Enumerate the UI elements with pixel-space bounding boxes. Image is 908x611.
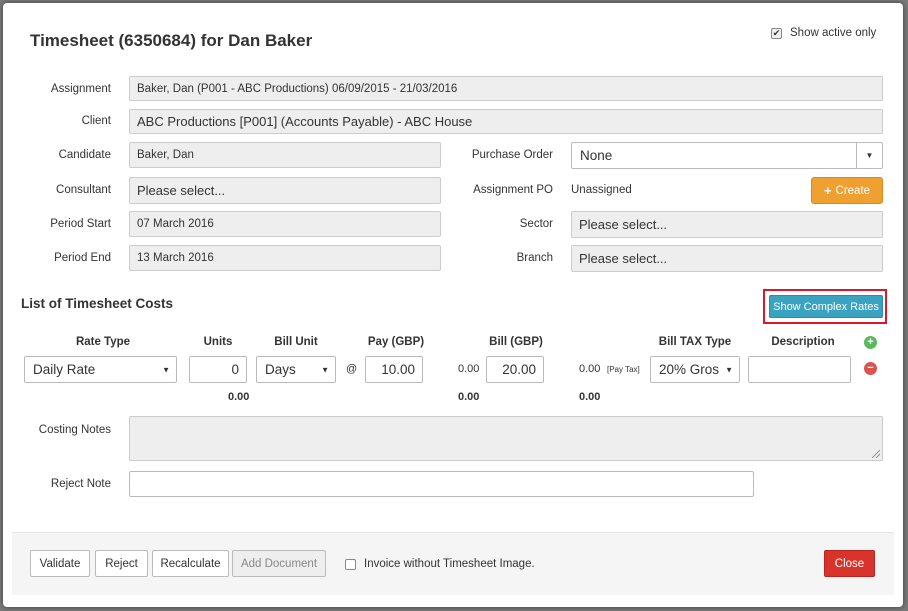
invoice-without-image-label: Invoice without Timesheet Image. [364, 558, 535, 570]
header-bill: Bill (GBP) [489, 336, 543, 348]
resize-handle-icon[interactable] [872, 450, 880, 458]
add-document-button[interactable]: Add Document [232, 550, 326, 577]
purchase-order-label: Purchase Order [471, 149, 553, 161]
client-label: Client [81, 115, 111, 127]
remove-row-icon[interactable]: − [864, 362, 877, 375]
invoice-without-image[interactable]: Invoice without Timesheet Image. [345, 558, 535, 570]
costing-notes-label: Costing Notes [38, 424, 111, 436]
pay-input[interactable]: 10.00 [365, 356, 423, 383]
header-rate-type: Rate Type [75, 336, 131, 348]
assignment-field: Baker, Dan (P001 - ABC Productions) 06/0… [129, 76, 883, 101]
units-input[interactable]: 0 [189, 356, 247, 383]
branch-select[interactable]: Please select... [571, 245, 883, 272]
at-symbol: @ [346, 363, 358, 375]
pay-tax-label: [Pay Tax] [607, 365, 640, 374]
chevron-down-icon: ▼ [321, 365, 329, 374]
close-button[interactable]: Close [824, 550, 875, 577]
bill-tax-type-select[interactable]: 20% Gross ▼ [650, 356, 740, 383]
assignment-po-label: Assignment PO [473, 184, 553, 196]
add-row-icon[interactable]: + [864, 336, 877, 349]
invoice-without-image-checkbox[interactable] [345, 558, 356, 570]
header-units: Units [203, 336, 233, 348]
units-total: 0.00 [228, 391, 250, 403]
reject-note-label: Reject Note [50, 478, 111, 490]
bill-total-sum: 0.00 [579, 391, 601, 403]
timesheet-modal: Timesheet (6350684) for Dan Baker ✔ Show… [3, 3, 903, 607]
reject-button[interactable]: Reject [95, 550, 148, 577]
show-active-label: Show active only [790, 27, 877, 39]
period-end-label: Period End [54, 252, 111, 264]
chevron-down-icon: ▼ [162, 365, 170, 374]
plus-icon: + [823, 183, 832, 198]
header-pay: Pay (GBP) [367, 336, 425, 348]
chevron-down-icon[interactable]: ▼ [856, 143, 882, 168]
purchase-order-select[interactable]: None ▼ [571, 142, 883, 169]
rate-type-value: Daily Rate [33, 362, 96, 377]
branch-label: Branch [516, 252, 553, 264]
assignment-po-value: Unassigned [571, 184, 632, 196]
sector-label: Sector [519, 218, 553, 230]
header-bill-tax-type: Bill TAX Type [658, 336, 732, 348]
validate-button[interactable]: Validate [30, 550, 90, 577]
rate-type-select[interactable]: Daily Rate ▼ [24, 356, 177, 383]
show-active-checkbox[interactable]: ✔ [771, 27, 782, 39]
costing-notes-textarea[interactable] [129, 416, 883, 461]
chevron-down-icon: ▼ [725, 365, 733, 374]
assignment-label: Assignment [50, 83, 111, 95]
recalculate-button[interactable]: Recalculate [152, 550, 229, 577]
period-start-field: 07 March 2016 [129, 211, 441, 237]
show-active-only[interactable]: ✔ Show active only [771, 27, 876, 39]
period-end-field: 13 March 2016 [129, 245, 441, 271]
header-description: Description [771, 336, 835, 348]
modal-title: Timesheet (6350684) for Dan Baker [30, 31, 313, 50]
period-start-label: Period Start [50, 218, 111, 230]
costs-section-title: List of Timesheet Costs [21, 296, 174, 311]
sector-select[interactable]: Please select... [571, 211, 883, 238]
bill-input[interactable]: 20.00 [486, 356, 544, 383]
description-input[interactable] [748, 356, 851, 383]
bill-total: 0.00 [579, 363, 601, 375]
candidate-field: Baker, Dan [129, 142, 441, 168]
consultant-select[interactable]: Please select... [129, 177, 441, 204]
consultant-label: Consultant [56, 184, 111, 196]
show-complex-rates-button[interactable]: Show Complex Rates [769, 295, 883, 318]
bill-tax-type-value: 20% Gross [659, 362, 719, 377]
pay-total-sum: 0.00 [458, 391, 480, 403]
create-button-label: Create [835, 184, 871, 197]
header-bill-unit: Bill Unit [274, 336, 318, 348]
reject-note-input[interactable] [129, 471, 754, 497]
client-field: ABC Productions [P001] (Accounts Payable… [129, 109, 883, 134]
bill-unit-select[interactable]: Days ▼ [256, 356, 336, 383]
pay-total: 0.00 [458, 363, 480, 375]
create-button[interactable]: + Create [811, 177, 883, 204]
candidate-label: Candidate [58, 149, 111, 161]
purchase-order-value: None [580, 148, 613, 163]
bill-unit-value: Days [265, 362, 296, 377]
